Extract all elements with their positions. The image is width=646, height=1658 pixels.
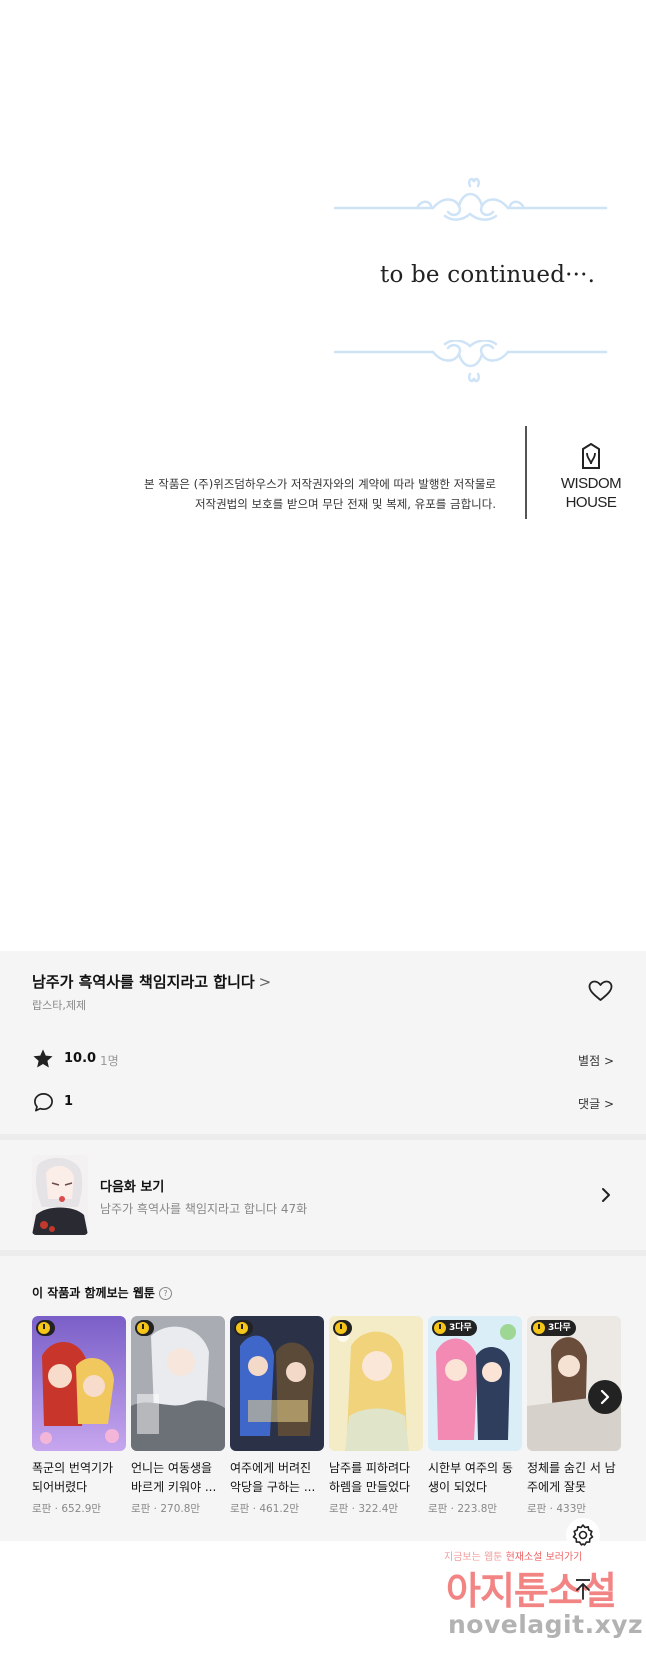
recommend-item[interactable]: 폭군의 번역기가 되어버렸다 로판 · 652.9만 — [32, 1316, 126, 1516]
cover-image — [131, 1316, 225, 1451]
copyright-line-1: 본 작품은 (주)위즈덤하우스가 저작권자와의 계약에 따라 발행한 저작물로 — [144, 477, 496, 491]
speech-bubble-icon — [34, 1093, 53, 1112]
series-authors: 랍스타,제제 — [32, 999, 87, 1012]
cover-image — [32, 1316, 126, 1451]
item-meta: 로판 · 270.8만 — [131, 1503, 201, 1515]
rating-count: 1명 — [100, 1054, 119, 1068]
divider-line — [525, 426, 527, 519]
badge-icon: 3다무 — [432, 1320, 477, 1336]
next-episode-thumbnail — [32, 1155, 88, 1235]
top-ornament — [333, 177, 608, 221]
item-title: 폭군의 번역기가 되어버렸다 — [32, 1461, 114, 1494]
comment-link[interactable]: 댓글 > — [578, 1095, 614, 1112]
badge-icon — [135, 1320, 154, 1336]
publisher-name-1: WISDOM — [560, 475, 622, 492]
arrow-up-icon — [576, 1579, 590, 1600]
next-episode-card[interactable] — [0, 1140, 646, 1250]
to-be-continued-text: to be continued···. — [380, 262, 596, 288]
item-meta: 로판 · 652.9만 — [32, 1503, 102, 1515]
bottom-ornament — [333, 340, 608, 383]
publisher-name-2: HOUSE — [565, 494, 617, 511]
thumbnail-image — [32, 1155, 88, 1235]
item-meta: 로판 · 461.2만 — [230, 1503, 300, 1515]
badge-label: 3다무 — [449, 1323, 472, 1333]
recommend-item[interactable]: 여주에게 버려진 악당을 구하는 ... 로판 · 461.2만 — [230, 1316, 324, 1516]
badge-label: 3다무 — [548, 1323, 571, 1333]
rating-score: 10.0 — [64, 1051, 97, 1066]
recommend-item[interactable]: 언니는 여동생을 바르게 키워야 ... 로판 · 270.8만 — [131, 1316, 225, 1516]
gear-icon — [572, 1524, 594, 1546]
series-title-link[interactable]: 남주가 흑역사를 책임지라고 합니다 > — [32, 971, 271, 992]
recommend-heading: 이 작품과 함께보는 웹툰? — [32, 1284, 172, 1301]
item-meta: 로판 · 433만 — [527, 1503, 587, 1515]
watermark-line-3: novelagit.xyz — [448, 1610, 644, 1639]
recommend-item[interactable]: 3다무 시한부 여주의 동생이 되었다 로판 · 223.8만 — [428, 1316, 522, 1516]
chevron-right-icon: > — [258, 973, 272, 991]
chevron-right-icon — [602, 1188, 610, 1202]
publisher-logo: WISDOM HOUSE — [557, 442, 625, 511]
item-meta: 로판 · 322.4만 — [329, 1503, 399, 1515]
watermark: 지금보는 웹툰 현재소설 보러가기 아지툰소설 novelagit.xyz — [440, 1548, 646, 1658]
cover-image — [230, 1316, 324, 1451]
chevron-right-icon — [600, 1389, 610, 1405]
carousel-next-button[interactable] — [588, 1380, 622, 1414]
next-episode-label: 다음화 보기 — [100, 1180, 165, 1195]
recommend-heading-text: 이 작품과 함께보는 웹툰 — [32, 1286, 155, 1300]
rating-link[interactable]: 별점 > — [578, 1052, 614, 1069]
copyright-notice: 본 작품은 (주)위즈덤하우스가 저작권자와의 계약에 따라 발행한 저작물로 … — [144, 474, 496, 514]
item-meta: 로판 · 223.8만 — [428, 1503, 498, 1515]
badge-icon — [234, 1320, 253, 1336]
recommend-item[interactable]: 남주를 피하려다 하렘을 만들었다 로판 · 322.4만 — [329, 1316, 423, 1516]
star-icon — [33, 1049, 53, 1068]
recommend-carousel: 폭군의 번역기가 되어버렸다 로판 · 652.9만 언니는 여동생을 바르게 … — [32, 1316, 646, 1516]
heart-icon[interactable] — [588, 980, 613, 1002]
item-title: 여주에게 버려진 악당을 구하는 ... — [230, 1461, 316, 1494]
item-title: 정체를 숨긴 서 남주에게 잘못 — [527, 1461, 616, 1494]
badge-icon — [333, 1320, 352, 1336]
wisdom-house-logo-icon — [582, 442, 600, 469]
item-title: 언니는 여동생을 바르게 키워야 ... — [131, 1461, 217, 1494]
copyright-line-2: 저작권법의 보호를 받으며 무단 전재 및 복제, 유포를 금합니다. — [194, 497, 496, 511]
settings-button[interactable] — [566, 1518, 600, 1552]
item-title: 시한부 여주의 동생이 되었다 — [428, 1461, 513, 1494]
scroll-top-button[interactable] — [566, 1572, 600, 1606]
badge-icon: 3다무 — [531, 1320, 576, 1336]
recommend-item[interactable]: 3다무 정체를 숨긴 서 남주에게 잘못 로판 · 433만 — [527, 1316, 621, 1516]
help-icon[interactable]: ? — [158, 1287, 172, 1300]
section-divider — [0, 1250, 646, 1256]
cover-image — [329, 1316, 423, 1451]
cover-image: 3다무 — [428, 1316, 522, 1451]
next-episode-subtitle: 남주가 흑역사를 책임지라고 합니다 47화 — [100, 1202, 308, 1216]
badge-icon — [36, 1320, 55, 1336]
comment-count: 1 — [64, 1094, 74, 1109]
series-title: 남주가 흑역사를 책임지라고 합니다 — [32, 973, 255, 991]
item-title: 남주를 피하려다 하렘을 만들었다 — [329, 1461, 411, 1494]
